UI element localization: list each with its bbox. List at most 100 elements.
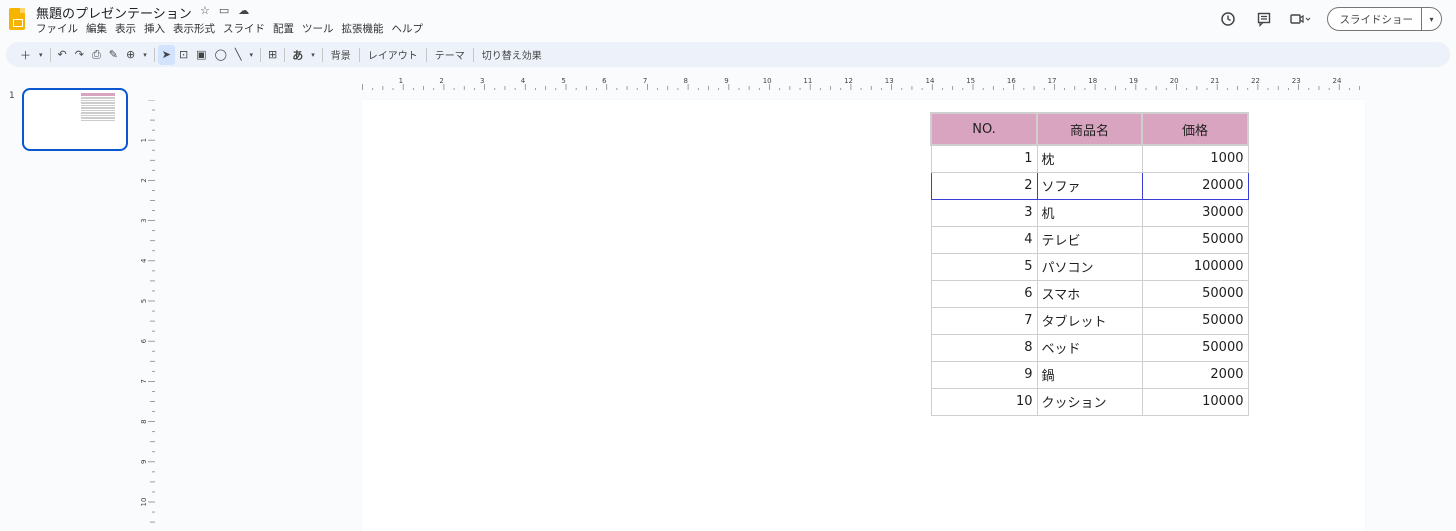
slideshow-button[interactable]: スライドショー ▾ (1326, 7, 1442, 31)
vertical-ruler[interactable]: 1 2 3 4 5 6 7 8 9 10 (140, 100, 156, 531)
cell-no[interactable]: 3 (930, 198, 1038, 227)
table-row[interactable]: 2 ソファ 20000 (930, 171, 1249, 200)
menu-item[interactable]: 編集 (86, 21, 107, 36)
background-button[interactable]: 背景 (326, 45, 356, 65)
table-header-row: NO. 商品名 価格 (930, 112, 1249, 146)
cell-no[interactable]: 8 (930, 333, 1038, 362)
cell-no[interactable]: 6 (930, 279, 1038, 308)
cell-price[interactable]: 50000 (1141, 225, 1249, 254)
slideshow-label[interactable]: スライドショー (1328, 12, 1422, 27)
cell-no[interactable]: 4 (930, 225, 1038, 254)
zoom-icon[interactable]: ⊕ (122, 45, 139, 65)
cell-product-name[interactable]: 鍋 (1036, 360, 1143, 389)
cell-product-name[interactable]: ソファ (1036, 171, 1143, 200)
table-row[interactable]: 6 スマホ 50000 (930, 279, 1249, 308)
table-row[interactable]: 4 テレビ 50000 (930, 225, 1249, 254)
text-box-icon[interactable]: ⊡ (175, 45, 192, 65)
redo-icon[interactable]: ↷ (71, 45, 88, 65)
undo-icon[interactable]: ↶ (54, 45, 71, 65)
cell-price[interactable]: 2000 (1141, 360, 1249, 389)
folder-icon[interactable]: ▭ (219, 4, 229, 17)
comment-icon[interactable] (1253, 8, 1275, 30)
slides-logo-icon[interactable] (9, 8, 25, 30)
comment-add-icon[interactable]: ⊞ (264, 45, 281, 65)
chevron-down-icon[interactable]: ▾ (1421, 8, 1441, 30)
cell-price[interactable]: 50000 (1141, 279, 1249, 308)
cell-price[interactable]: 30000 (1141, 198, 1249, 227)
table-row[interactable]: 8 ベッド 50000 (930, 333, 1249, 362)
table-row[interactable]: 5 パソコン 100000 (930, 252, 1249, 281)
cell-price[interactable]: 50000 (1141, 306, 1249, 335)
cell-product-name[interactable]: スマホ (1036, 279, 1143, 308)
image-icon[interactable]: ▣ (192, 45, 210, 65)
table-row[interactable]: 3 机 30000 (930, 198, 1249, 227)
cell-product-name[interactable]: 枕 (1036, 144, 1143, 173)
menu-item[interactable]: 拡張機能 (342, 21, 384, 36)
layout-button[interactable]: レイアウト (363, 45, 423, 65)
ruler-label: 24 (1332, 77, 1341, 85)
cell-price[interactable]: 20000 (1141, 171, 1249, 200)
cell-no[interactable]: 10 (930, 387, 1038, 416)
table-row[interactable]: 9 鍋 2000 (930, 360, 1249, 389)
camera-icon[interactable] (1289, 8, 1311, 30)
slide-thumbnail[interactable] (22, 88, 128, 151)
header-product-name[interactable]: 商品名 (1036, 112, 1143, 146)
cell-no[interactable]: 1 (930, 144, 1038, 173)
line-icon[interactable]: ╲ (231, 45, 246, 65)
cloud-icon[interactable]: ☁ (238, 4, 249, 17)
menu-item[interactable]: ツール (302, 21, 334, 36)
ruler-label: 7 (140, 379, 148, 383)
ruler-label: 5 (561, 77, 565, 85)
menu-item[interactable]: スライド (223, 21, 265, 36)
cell-product-name[interactable]: 机 (1036, 198, 1143, 227)
cell-no[interactable]: 7 (930, 306, 1038, 335)
new-slide-icon[interactable]: ＋ (16, 45, 35, 65)
theme-button[interactable]: テーマ (430, 45, 470, 65)
history-icon[interactable] (1217, 8, 1239, 30)
shape-icon[interactable]: ◯ (211, 45, 231, 65)
menu-item[interactable]: ヘルプ (392, 21, 424, 36)
ruler-label: 7 (643, 77, 647, 85)
star-icon[interactable]: ☆ (200, 4, 210, 17)
cell-product-name[interactable]: タブレット (1036, 306, 1143, 335)
cell-no[interactable]: 9 (930, 360, 1038, 389)
menu-item[interactable]: 配置 (273, 21, 294, 36)
cell-no[interactable]: 2 (930, 171, 1038, 200)
transition-button[interactable]: 切り替え効果 (477, 45, 547, 65)
header-price[interactable]: 価格 (1141, 112, 1249, 146)
cell-price[interactable]: 1000 (1141, 144, 1249, 173)
app-header: 無題のプレゼンテーション ☆ ▭ ☁ ファイル 編集 表示 挿入 表示形式 スライド 配置ツ… (0, 0, 1456, 40)
menu-item[interactable]: 表示形式 (173, 21, 215, 36)
chevron-down-icon[interactable]: ▾ (246, 45, 258, 65)
print-icon[interactable]: ⎙ (88, 45, 105, 65)
cell-product-name[interactable]: ベッド (1036, 333, 1143, 362)
table-row[interactable]: 1 枕 1000 (930, 144, 1249, 173)
chevron-down-icon[interactable]: ▾ (35, 45, 47, 65)
menu-item[interactable]: 表示 (115, 21, 136, 36)
select-cursor-icon[interactable]: ➤ (157, 44, 175, 65)
header-no[interactable]: NO. (930, 112, 1038, 146)
ruler-label: 18 (1088, 77, 1097, 85)
cell-price[interactable]: 10000 (1141, 387, 1249, 416)
table-row[interactable]: 7 タブレット 50000 (930, 306, 1249, 335)
horizontal-ruler[interactable]: 1234567891011121314151617181920212223242… (362, 73, 1365, 91)
table-row[interactable]: 10 クッション 10000 (930, 387, 1249, 416)
ruler-label: 9 (724, 77, 728, 85)
product-table[interactable]: NO. 商品名 価格 1 枕 1000 2 ソファ 20000 3 机 30000 4 テレビ 500… (930, 112, 1249, 416)
cell-no[interactable]: 5 (930, 252, 1038, 281)
input-tools-icon[interactable]: あ (288, 45, 307, 65)
ruler-label: 4 (521, 77, 526, 85)
cell-price[interactable]: 100000 (1141, 252, 1249, 281)
cell-price[interactable]: 50000 (1141, 333, 1249, 362)
chevron-down-icon[interactable]: ▾ (307, 45, 319, 65)
menu-item[interactable]: 挿入 (144, 21, 165, 36)
toolbar-divider (472, 47, 474, 62)
cell-product-name[interactable]: クッション (1036, 387, 1143, 416)
document-title[interactable]: 無題のプレゼンテーション (36, 3, 192, 22)
chevron-down-icon[interactable]: ▾ (139, 45, 151, 65)
cell-product-name[interactable]: テレビ (1036, 225, 1143, 254)
cell-product-name[interactable]: パソコン (1036, 252, 1143, 281)
toolbar-divider (425, 47, 427, 62)
paint-format-icon[interactable]: ✎ (105, 45, 122, 65)
menu-item[interactable]: ファイル (36, 21, 78, 36)
